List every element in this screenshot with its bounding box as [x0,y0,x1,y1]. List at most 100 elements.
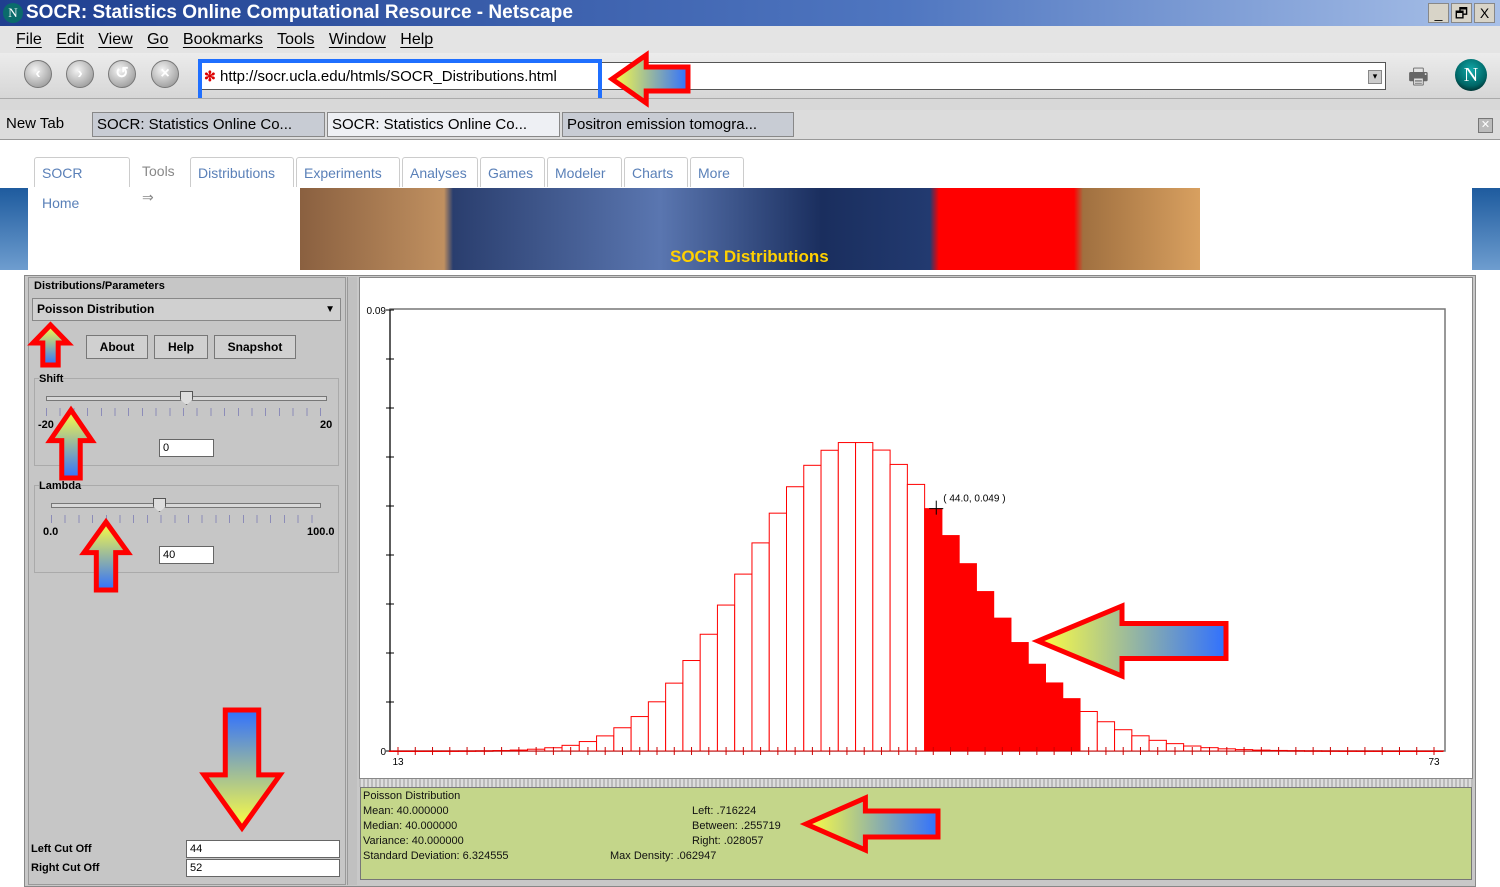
shift-max: 20 [320,419,333,431]
restore-button[interactable]: 🗗 [1451,3,1472,23]
bar-39 [837,442,857,752]
lambda-min: 0.0 [43,526,59,538]
site-tab-charts[interactable]: Charts [624,157,688,187]
bar-43 [906,483,926,752]
left-cut-input[interactable]: 44 [186,840,340,858]
url-dropdown-icon[interactable]: ▾ [1368,70,1382,84]
left-cut-label: Left Cut Off [31,843,92,855]
url-highlight-box [198,59,602,102]
x-tick-label-max: 73 [1428,757,1440,768]
bar-46 [958,563,977,752]
bar-52 [1062,698,1081,752]
stats-variance: Variance: 40.000000 [363,835,464,847]
bar-41 [872,449,891,752]
distribution-select[interactable]: Poisson Distribution ▼ [32,298,341,321]
lambda-slider[interactable] [51,503,321,508]
bar-31 [699,633,718,752]
sidebar-toggle[interactable] [0,98,1500,110]
forward-icon[interactable]: › [66,60,94,88]
distribution-chart[interactable]: 0.09 0 13 73 ( 44.0, 0.049 ) [360,278,1474,780]
browser-tab-active[interactable]: SOCR: Statistics Online Co... [327,112,560,137]
shift-input[interactable]: 0 [159,439,214,457]
tab-label: SOCR: Statistics Online Co... [332,116,528,133]
section-title: Distributions/Parameters [34,280,165,292]
lambda-input[interactable]: 40 [159,546,214,564]
browser-tab[interactable]: Positron emission tomogra... [562,112,794,137]
bar-47 [975,591,995,752]
minimize-button[interactable]: _ [1428,3,1449,23]
site-tab-games[interactable]: Games [480,157,545,187]
split-pane-divider[interactable] [347,277,357,885]
help-button[interactable]: Help [154,335,208,359]
y-tick-label-max: 0.09 [367,306,387,317]
bar-38 [820,449,839,752]
about-button[interactable]: About [86,335,148,359]
bar-53 [1079,710,1098,752]
menu-window[interactable]: Window [329,31,386,48]
netscape-throbber-icon[interactable]: N [1455,59,1487,91]
new-tab-button[interactable]: New Tab [2,112,90,137]
site-tab-distributions[interactable]: Distributions [190,157,294,187]
close-tab-icon[interactable]: ✕ [1478,118,1493,133]
distribution-value: Poisson Distribution [37,302,155,316]
bar-27 [630,716,649,752]
reload-icon[interactable]: ↺ [108,60,136,88]
back-icon[interactable]: ‹ [24,60,52,88]
chevron-down-icon: ▼ [325,304,335,315]
statistics-panel: Poisson Distribution Mean: 40.000000 Med… [360,787,1472,880]
menu-bar: File Edit View Go Bookmarks Tools Window… [0,26,1500,53]
point-annotation: ( 44.0, 0.049 ) [943,494,1005,505]
shift-min: -20 [38,419,54,431]
stats-right: Right: .028057 [692,835,764,847]
stats-mean: Mean: 40.000000 [363,805,449,817]
stats-sd: Standard Deviation: 6.324555 [363,850,509,862]
bar-30 [682,660,701,752]
tab-label: Positron emission tomogra... [567,116,758,133]
browser-tab[interactable]: SOCR: Statistics Online Co... [92,112,325,137]
print-icon[interactable]: 🖶 [1408,60,1436,89]
close-button[interactable]: X [1474,3,1495,23]
site-tab-more[interactable]: More [690,157,744,187]
bar-50 [1027,663,1047,752]
window-title: SOCR: Statistics Online Computational Re… [0,0,1500,26]
menu-file[interactable]: File [16,31,42,48]
menu-help[interactable]: Help [400,31,433,48]
lambda-max: 100.0 [307,526,335,538]
bar-40 [855,442,874,752]
bar-49 [1010,642,1029,752]
bar-33 [734,573,753,752]
menu-edit[interactable]: Edit [56,31,84,48]
tab-label: SOCR: Statistics Online Co... [97,116,293,133]
stop-icon[interactable]: × [151,60,179,88]
new-tab-label: New Tab [6,115,65,132]
chart-panel: 0.09 0 13 73 ( 44.0, 0.049 ) [359,277,1473,779]
bar-42 [889,463,908,752]
site-tab-modeler[interactable]: Modeler [547,157,622,187]
bar-37 [803,464,822,752]
banner-title: SOCR Distributions [670,247,829,266]
y-tick-label-min: 0 [380,747,386,758]
menu-go[interactable]: Go [147,31,168,48]
site-tab-socr-home[interactable]: SOCR Home [34,157,130,211]
menu-tools[interactable]: Tools [277,31,314,48]
bar-51 [1045,682,1064,752]
right-cut-input[interactable]: 52 [186,859,340,877]
stats-max-density: Max Density: .062947 [610,850,717,862]
bar-44 [924,508,943,752]
bar-29 [665,682,684,752]
bar-28 [647,701,667,752]
site-tab-tools[interactable]: Tools ⇒ [134,157,190,205]
stats-title: Poisson Distribution [363,790,461,802]
stats-left: Left: .716224 [692,805,757,817]
menu-view[interactable]: View [98,31,132,48]
split-pane-divider-horizontal[interactable] [359,779,1473,787]
stats-median: Median: 40.000000 [363,820,458,832]
stats-between: Between: .255719 [692,820,781,832]
snapshot-button[interactable]: Snapshot [214,335,296,359]
bar-48 [993,617,1012,752]
site-tab-experiments[interactable]: Experiments [296,157,400,187]
bar-35 [768,512,788,752]
site-tab-analyses[interactable]: Analyses [402,157,478,187]
bar-54 [1096,721,1116,752]
menu-bookmarks[interactable]: Bookmarks [183,31,263,48]
